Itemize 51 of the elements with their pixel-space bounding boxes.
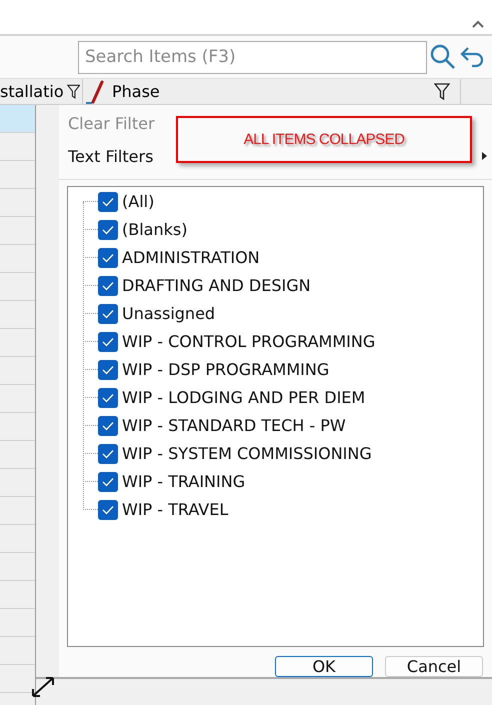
value-label: WIP - STANDARD TECH - PW	[122, 416, 346, 436]
value-label: WIP - LODGING AND PER DIEM	[122, 388, 366, 408]
checkbox[interactable]	[98, 500, 118, 520]
value-label: ADMINISTRATION	[122, 248, 260, 268]
checkbox[interactable]	[98, 304, 118, 324]
check-icon	[102, 336, 114, 347]
search-icon[interactable]	[430, 44, 456, 70]
value-label: (All)	[122, 192, 154, 212]
checkbox[interactable]	[98, 276, 118, 296]
check-icon	[102, 252, 114, 263]
value-label: WIP - CONTROL PROGRAMMING	[122, 332, 376, 352]
resize-icon[interactable]	[30, 675, 56, 699]
value-label: WIP - TRAVEL	[122, 500, 228, 520]
column-header[interactable]: Phase	[112, 82, 431, 101]
value-label: WIP - SYSTEM COMMISSIONING	[122, 444, 372, 464]
checkbox[interactable]	[98, 360, 118, 380]
checkbox[interactable]	[98, 248, 118, 268]
checkbox[interactable]	[98, 416, 118, 436]
checkbox[interactable]	[98, 192, 118, 212]
undo-icon[interactable]	[459, 45, 485, 69]
check-icon	[102, 364, 114, 375]
column-header[interactable]: stallatio	[0, 82, 64, 101]
cancel-button[interactable]: Cancel	[385, 656, 483, 677]
checkbox[interactable]	[98, 388, 118, 408]
check-icon	[102, 476, 114, 487]
ok-button[interactable]: OK	[275, 656, 373, 677]
check-icon	[102, 392, 114, 403]
check-icon	[102, 224, 114, 235]
filter-icon[interactable]	[434, 82, 450, 100]
check-icon	[102, 504, 114, 515]
collapse-icon[interactable]	[472, 20, 484, 28]
filter-icon[interactable]	[66, 82, 80, 100]
search-field[interactable]: Search Items (F3)	[78, 40, 427, 74]
checkbox[interactable]	[98, 332, 118, 352]
menu-item[interactable]: Text Filters	[68, 146, 154, 166]
value-label: WIP - DSP PROGRAMMING	[122, 360, 330, 380]
value-label: Unassigned	[122, 304, 216, 324]
grid-row[interactable]	[0, 105, 35, 133]
checkbox[interactable]	[98, 444, 118, 464]
check-icon	[102, 196, 114, 207]
check-icon	[102, 280, 114, 291]
checkbox[interactable]	[98, 220, 118, 240]
check-icon	[102, 420, 114, 431]
submenu-arrow-icon	[482, 152, 487, 160]
check-icon	[102, 308, 114, 319]
checkbox[interactable]	[98, 472, 118, 492]
check-icon	[102, 448, 114, 459]
value-label: WIP - TRAINING	[122, 472, 246, 492]
value-label: (Blanks)	[122, 220, 188, 240]
annotation-text: ALL ITEMS COLLAPSED	[244, 131, 404, 148]
value-label: DRAFTING AND DESIGN	[122, 276, 311, 296]
